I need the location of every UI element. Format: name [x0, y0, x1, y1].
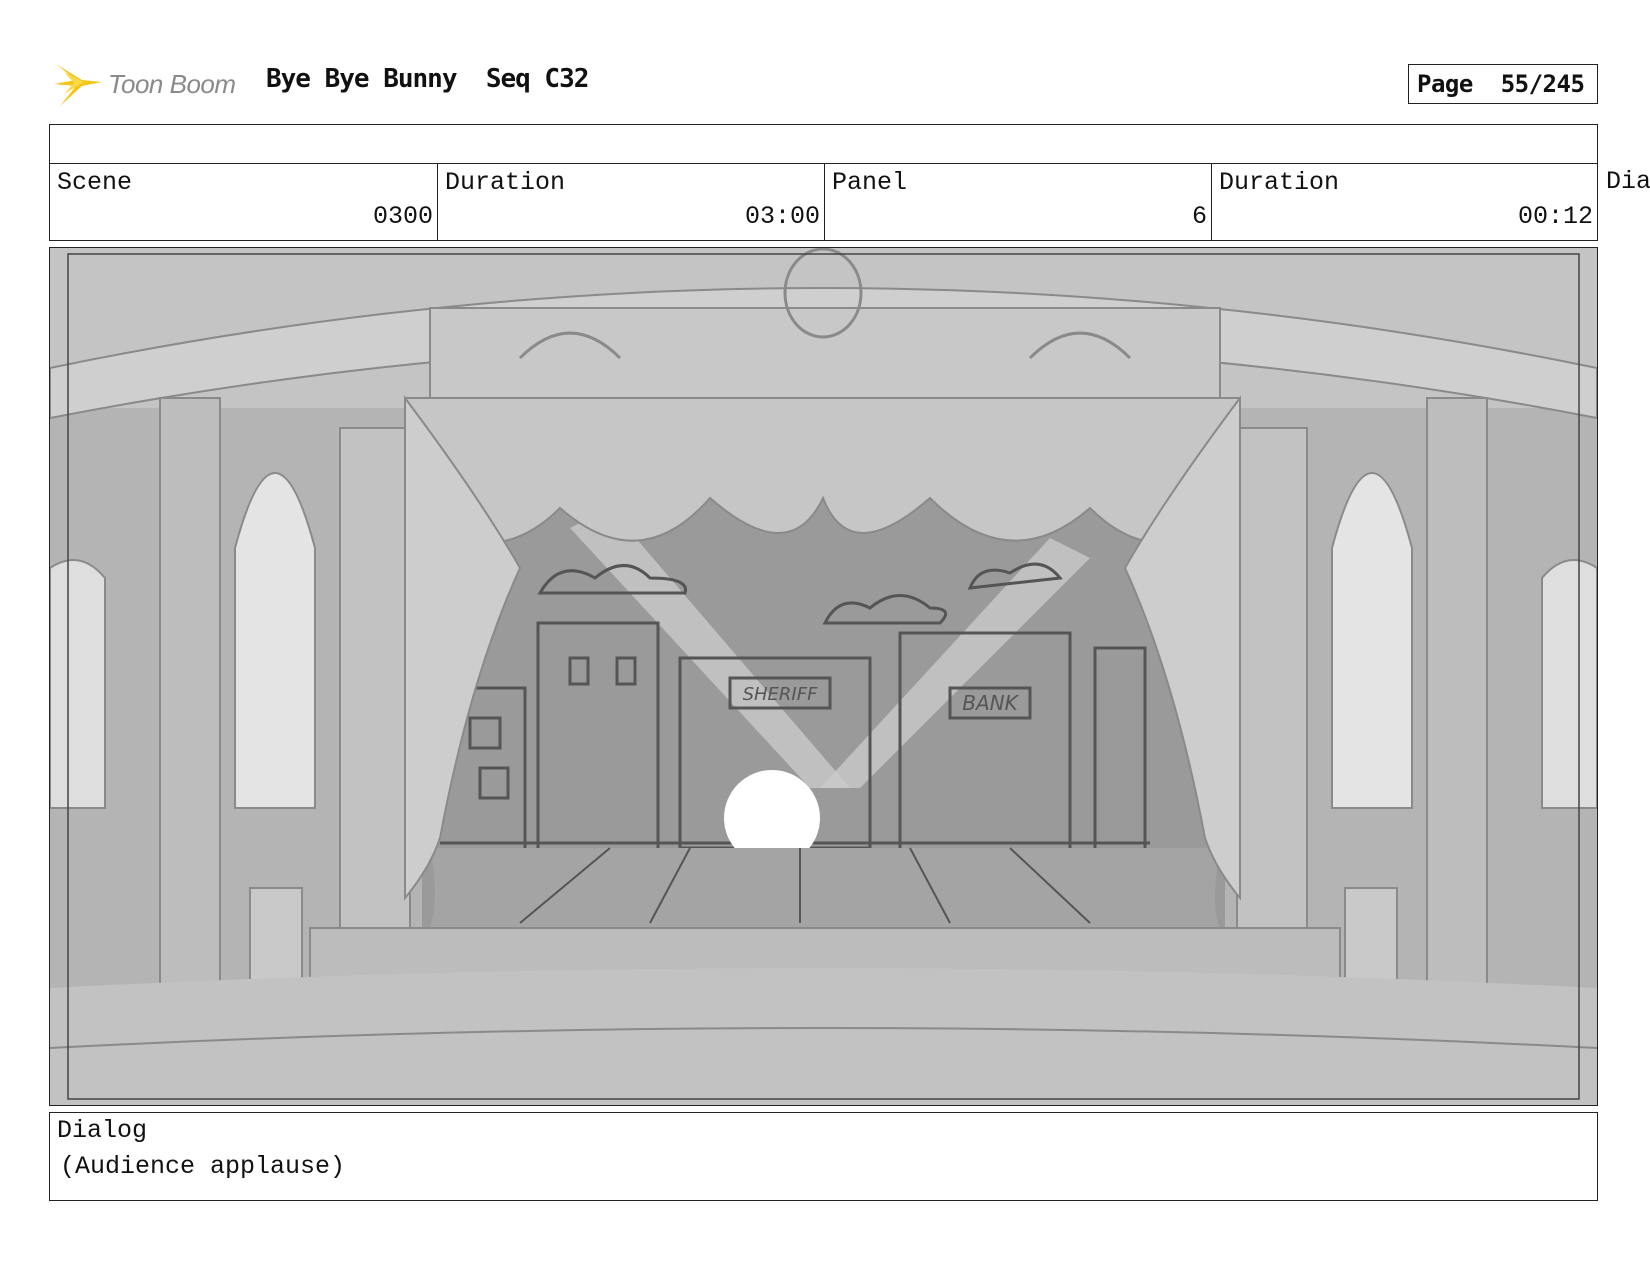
- panel-duration-label: Duration: [1219, 168, 1340, 197]
- starburst-icon: [54, 64, 102, 106]
- toon-boom-logo: Toon Boom: [52, 56, 236, 112]
- dialog-box: Dialog (Audience applause): [49, 1112, 1598, 1201]
- theater-stage-sketch: SHERIFF BANK: [50, 248, 1597, 1105]
- panel-label: Panel: [832, 168, 908, 197]
- info-row: Scene 0300 Duration 03:00 Panel 6 Durati…: [49, 163, 1598, 241]
- scene-cell: Scene 0300: [50, 164, 438, 240]
- storyboard-panel: SHERIFF BANK: [49, 247, 1598, 1106]
- panel-cell: Panel 6: [825, 164, 1212, 240]
- bank-sign: BANK: [962, 691, 1019, 715]
- panel-value: 6: [1191, 202, 1207, 231]
- page-value: 55/245: [1500, 70, 1585, 98]
- page-counter: Page 55/245: [1408, 64, 1598, 104]
- dialog-label: Dialog: [57, 1116, 148, 1145]
- panel-duration-value: 00:12: [1517, 202, 1593, 231]
- dialog-overflow-label: Dia: [1606, 167, 1650, 196]
- page-label: Page: [1417, 70, 1473, 98]
- header-strip: [49, 124, 1598, 163]
- scene-label: Scene: [57, 168, 133, 197]
- project-title: Bye Bye Bunny: [266, 64, 457, 94]
- sheriff-sign: SHERIFF: [743, 684, 819, 705]
- panel-duration-cell: Duration 00:12: [1212, 164, 1597, 240]
- sequence-label: Seq C32: [485, 64, 590, 94]
- scene-duration-label: Duration: [445, 168, 566, 197]
- dialog-text: (Audience applause): [60, 1152, 346, 1181]
- scene-value: 0300: [372, 202, 433, 231]
- document-title: Bye Bye Bunny Seq C32: [266, 64, 590, 94]
- scene-duration-value: 03:00: [744, 202, 820, 231]
- logo-wordmark: Toon Boom: [108, 68, 236, 99]
- scene-duration-cell: Duration 03:00: [438, 164, 825, 240]
